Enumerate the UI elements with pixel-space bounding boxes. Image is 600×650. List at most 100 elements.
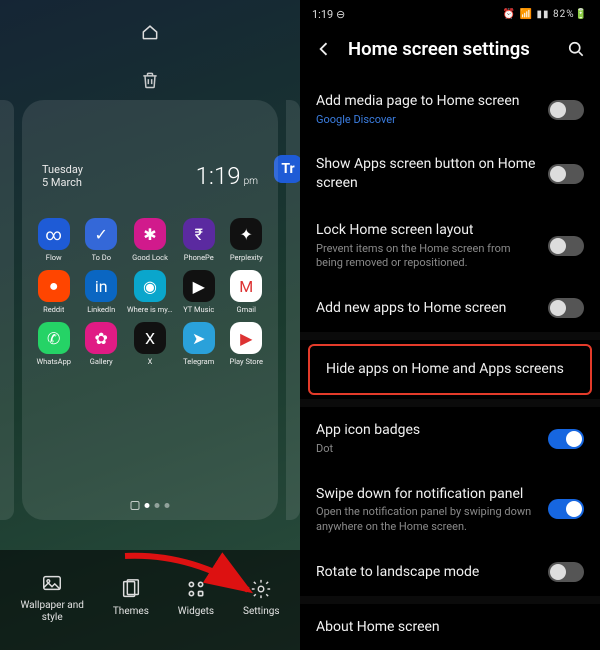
setting-row[interactable]: Rotate to landscape mode — [300, 548, 600, 596]
setting-row[interactable]: Lock Home screen layoutPrevent items on … — [300, 207, 600, 284]
page-title: Home screen settings — [348, 38, 552, 60]
app-icon: M — [230, 270, 262, 302]
setting-row[interactable]: App icon badgesDot — [300, 407, 600, 470]
separator — [300, 399, 600, 407]
prev-page-edge[interactable] — [0, 100, 14, 520]
date-widget: Tuesday 5 March — [42, 163, 83, 191]
app-icon: ▶ — [230, 322, 262, 354]
editor-settings-button[interactable]: Settings — [243, 578, 280, 618]
app-telegram[interactable]: ➤ Telegram — [177, 322, 221, 366]
app-label: PhonePe — [184, 253, 214, 262]
app-label: Flow — [46, 253, 62, 262]
setting-row[interactable]: Add media page to Home screen Google Disc… — [300, 78, 600, 141]
app-play-store[interactable]: ▶ Play Store — [225, 322, 269, 366]
trash-icon[interactable] — [140, 70, 160, 90]
home-editor-pane: Tr Tuesday 5 March 1:19pm ∞Flow✓To Do✱Go… — [0, 0, 300, 650]
setting-row[interactable]: Hide apps on Home and Apps screens — [308, 344, 592, 395]
editor-wallpaper-button[interactable]: Wallpaper andstyle — [20, 572, 83, 624]
clock-time: 1:19 — [196, 162, 241, 190]
editor-bottom-bar: Wallpaper andstyle Themes Widgets Settings — [0, 550, 300, 650]
toggle-switch[interactable] — [548, 429, 584, 449]
app-icon: ✿ — [85, 322, 117, 354]
status-time: 1:19 — [312, 8, 333, 21]
app-gallery[interactable]: ✿ Gallery — [80, 322, 124, 366]
app-label: Telegram — [183, 357, 214, 366]
editor-button-label: Wallpaper andstyle — [20, 600, 83, 624]
alarm-icon: ⏰ — [503, 9, 516, 20]
back-icon[interactable] — [314, 39, 334, 59]
setting-title: Add media page to Home screen — [316, 92, 538, 111]
app-label: Perplexity — [230, 253, 263, 262]
toggle-switch[interactable] — [548, 100, 584, 120]
app-label: Play Store — [229, 357, 263, 366]
app-label: Gallery — [90, 357, 113, 366]
app-perplexity[interactable]: ✦ Perplexity — [225, 218, 269, 262]
toggle-switch[interactable] — [548, 562, 584, 582]
clock-widget: 1:19pm — [196, 162, 258, 190]
status-bar: 1:19 ⊖ ⏰ 📶 ▮▮ 82%🔋 — [300, 0, 600, 28]
setting-row[interactable]: About Home screen — [300, 604, 600, 650]
setting-subtitle: Google Discover — [316, 113, 538, 127]
app-label: Good Lock — [132, 253, 168, 262]
network-icon: 📶 — [520, 9, 533, 20]
app-reddit[interactable]: ●Reddit — [32, 270, 76, 314]
app-label: LinkedIn — [87, 305, 115, 314]
app-label: YT Music — [183, 305, 214, 314]
app-icon: ✦ — [230, 218, 262, 250]
app-icon: ▶ — [183, 270, 215, 302]
settings-header: Home screen settings — [300, 28, 600, 78]
dnd-icon: ⊖ — [336, 8, 345, 21]
app-to-do[interactable]: ✓ To Do — [80, 218, 124, 262]
app-x[interactable]: XX — [127, 322, 173, 366]
app-linkedin[interactable]: in LinkedIn — [80, 270, 124, 314]
app-icon: ➤ — [183, 322, 215, 354]
toggle-switch[interactable] — [548, 164, 584, 184]
setting-row[interactable]: Swipe down for notification panelOpen th… — [300, 471, 600, 548]
battery-icon: 🔋 — [575, 9, 588, 20]
setting-subtitle: Dot — [316, 442, 538, 456]
page-indicator[interactable] — [131, 501, 170, 510]
app-good-lock[interactable]: ✱Good Lock — [127, 218, 173, 262]
app-whatsapp[interactable]: ✆WhatsApp — [32, 322, 76, 366]
app-flow[interactable]: ∞ Flow — [32, 218, 76, 262]
app-icon: X — [134, 322, 166, 354]
app-where-is-my-[interactable]: ◉ Where is my... — [127, 270, 173, 314]
search-icon[interactable] — [566, 39, 586, 59]
setting-row[interactable]: Add new apps to Home screen — [300, 284, 600, 332]
setting-title: Rotate to landscape mode — [316, 563, 538, 582]
settings-icon — [250, 578, 272, 600]
app-icon: ∞ — [38, 218, 70, 250]
app-label: Where is my... — [127, 305, 173, 314]
app-label: To Do — [92, 253, 111, 262]
settings-pane: 1:19 ⊖ ⏰ 📶 ▮▮ 82%🔋 Home screen settings … — [300, 0, 600, 650]
setting-title: Show Apps screen button on Home screen — [316, 155, 538, 193]
app-yt-music[interactable]: ▶ YT Music — [177, 270, 221, 314]
editor-button-label: Widgets — [178, 606, 214, 618]
app-icon: ✆ — [38, 322, 70, 354]
app-icon: ● — [38, 270, 70, 302]
separator — [300, 332, 600, 340]
toggle-switch[interactable] — [548, 298, 584, 318]
app-grid: ∞ Flow ✓ To Do ✱Good Lock₹PhonePe ✦ Perplexity… — [32, 218, 268, 366]
app-label: X — [148, 357, 153, 366]
signal-icon: ▮▮ — [536, 9, 549, 20]
setting-subtitle: Prevent items on the Home screen from be… — [316, 242, 538, 271]
separator — [300, 596, 600, 604]
editor-button-label: Themes — [113, 606, 149, 618]
settings-list: Add media page to Home screen Google Disc… — [300, 78, 600, 650]
themes-icon — [120, 578, 142, 600]
app-icon: in — [85, 270, 117, 302]
app-phonepe[interactable]: ₹PhonePe — [177, 218, 221, 262]
toggle-switch[interactable] — [548, 236, 584, 256]
app-icon: ✓ — [85, 218, 117, 250]
app-icon: ◉ — [134, 270, 166, 302]
app-gmail[interactable]: M Gmail — [225, 270, 269, 314]
setting-row[interactable]: Show Apps screen button on Home screen — [300, 141, 600, 207]
editor-widgets-button[interactable]: Widgets — [178, 578, 214, 618]
home-page-preview[interactable]: Tuesday 5 March 1:19pm ∞ Flow ✓ To Do ✱Good … — [22, 100, 278, 520]
editor-themes-button[interactable]: Themes — [113, 578, 149, 618]
setting-title: Hide apps on Home and Apps screens — [326, 360, 574, 379]
app-label: Gmail — [237, 305, 256, 314]
setting-title: About Home screen — [316, 618, 584, 637]
toggle-switch[interactable] — [548, 499, 584, 519]
